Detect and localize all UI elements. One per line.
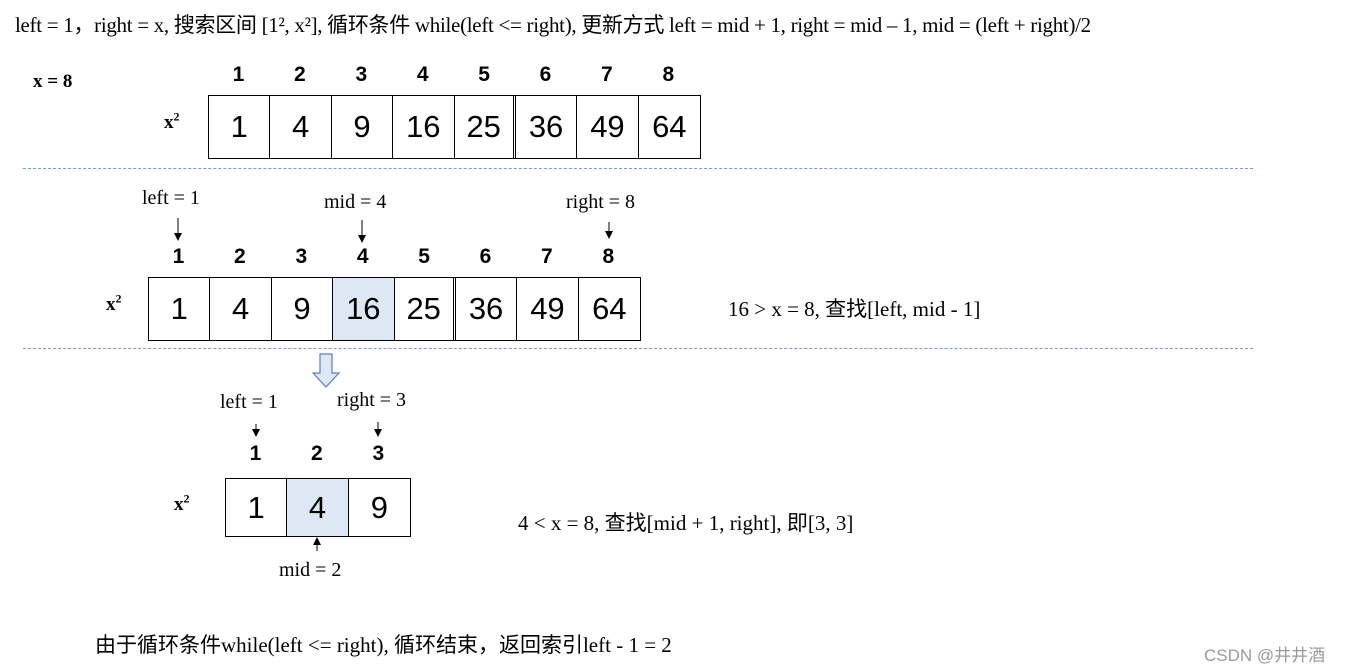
step3-mid-arrow-icon [313, 537, 321, 551]
array-cell: 1 [226, 479, 288, 536]
array-cell: 4 [270, 96, 332, 158]
index-label: 1 [249, 442, 262, 465]
array-cell: 9 [348, 479, 410, 536]
x-value-label: x = 8 [33, 71, 73, 92]
step3-right-pointer-label: right = 3 [337, 389, 407, 411]
array-cell-highlighted: 16 [333, 278, 395, 340]
index-label: 5 [418, 245, 430, 268]
step3-note: 4 < x = 8, 查找[mid + 1, right], 即[3, 3] [518, 511, 854, 535]
step2-left-arrow-icon [174, 218, 182, 241]
index-label: 2 [294, 63, 306, 86]
index-label: 8 [662, 63, 675, 86]
array-cell: 25 [454, 96, 516, 158]
step2-mid-arrow-icon [358, 220, 366, 243]
index-label: 2 [311, 442, 323, 465]
step2-note: 16 > x = 8, 查找[left, mid - 1] [728, 297, 981, 321]
index-label: 6 [479, 245, 492, 268]
array-cell: 64 [638, 96, 700, 158]
index-label: 2 [234, 245, 246, 268]
index-label: 3 [372, 442, 385, 465]
step3-mid-pointer-label: mid = 2 [279, 559, 342, 581]
step2-right-pointer-label: right = 8 [566, 191, 636, 213]
index-label: 7 [601, 63, 613, 86]
row-label-sup: 2 [183, 491, 190, 506]
index-label: 7 [541, 245, 553, 268]
csdn-watermark: CSDN @井井酒 [1204, 646, 1326, 665]
array-cell: 25 [394, 278, 456, 340]
array-cell: 16 [393, 96, 455, 158]
step3-row-label: x2 [174, 491, 190, 516]
array-cell: 49 [577, 96, 639, 158]
transition-down-arrow-icon [312, 353, 340, 388]
row-label-base: x [106, 294, 116, 315]
index-label: 1 [232, 63, 245, 86]
step1-row-label: x2 [164, 109, 180, 134]
array-cell: 9 [271, 278, 334, 340]
separator-1 [23, 168, 1253, 169]
index-label: 6 [539, 63, 552, 86]
step2-right-arrow-icon [605, 222, 613, 239]
row-label-sup: 2 [173, 109, 180, 124]
array-cell: 4 [210, 278, 272, 340]
index-label: 4 [416, 63, 429, 86]
separator-2 [23, 348, 1253, 349]
array-cell: 1 [149, 278, 211, 340]
index-label: 8 [602, 245, 615, 268]
step2-mid-pointer-label: mid = 4 [324, 191, 387, 213]
step3-left-pointer-label: left = 1 [220, 391, 278, 413]
conclusion-text: 由于循环条件while(left <= right), 循环结束，返回索引lef… [95, 633, 672, 657]
problem-description: left = 1，right = x, 搜索区间 [1², x²], 循环条件 … [15, 13, 1091, 37]
index-label: 3 [295, 245, 308, 268]
step3-left-arrow-icon [252, 424, 260, 437]
index-label: 5 [478, 63, 490, 86]
array-cell: 64 [578, 278, 640, 340]
array-cell: 36 [515, 96, 578, 158]
index-label: 4 [356, 245, 369, 268]
step2-row-label: x2 [106, 291, 122, 316]
step3-right-arrow-icon [374, 422, 382, 437]
row-label-sup: 2 [115, 291, 122, 306]
array-cell: 1 [209, 96, 271, 158]
step2-array: 1 4 9 16 25 36 49 64 [148, 277, 641, 341]
array-cell: 49 [517, 278, 579, 340]
step2-left-pointer-label: left = 1 [142, 187, 200, 209]
array-cell: 36 [455, 278, 518, 340]
row-label-base: x [164, 112, 174, 133]
index-label: 1 [172, 245, 185, 268]
array-cell-highlighted: 4 [287, 479, 349, 536]
index-label: 3 [355, 63, 368, 86]
row-label-base: x [174, 494, 184, 515]
step1-array: 1 4 9 16 25 36 49 64 [208, 95, 701, 159]
step3-array: 149 [225, 478, 411, 537]
array-cell: 9 [331, 96, 394, 158]
